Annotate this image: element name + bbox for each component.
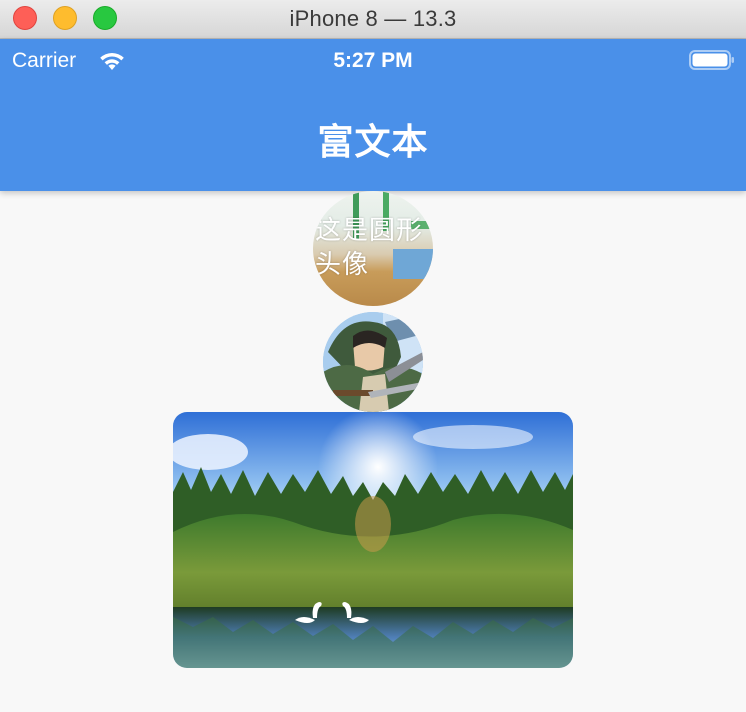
window-title: iPhone 8 — 13.3 [289,6,457,31]
circle-avatar-with-text: 这是圆形头像 [313,191,433,306]
content-area: 这是圆形头像 [0,191,746,712]
simulator-title-bar: iPhone 8 — 13.3 [0,0,746,39]
avatar-caption: 这是圆形头像 [315,215,424,279]
app-bar: Carrier 5:27 PM 富文本 [0,39,746,191]
forest-lake-illustration [173,412,573,668]
character-illustration [323,312,423,412]
rounded-image [173,412,573,668]
circle-avatar-image [323,312,423,412]
battery-icon [689,50,734,70]
status-time: 5:27 PM [333,49,413,72]
page-title: 富文本 [317,121,429,162]
